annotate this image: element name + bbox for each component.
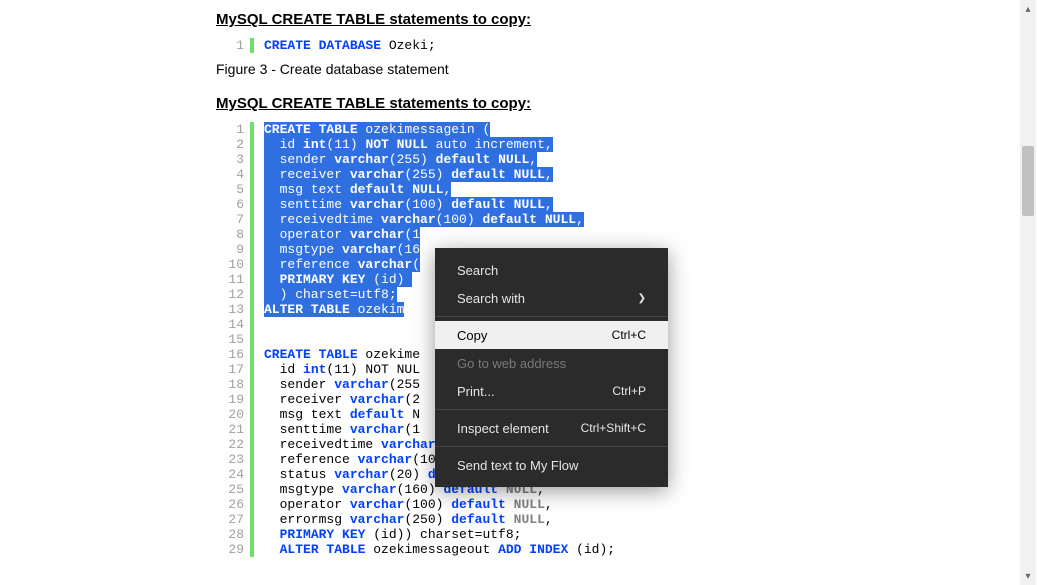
line-number: 6 (216, 197, 244, 212)
context-menu-shortcut: Ctrl+P (612, 384, 646, 398)
line-number: 26 (216, 497, 244, 512)
code-line[interactable]: PRIMARY KEY (id)) charset=utf8; (264, 527, 615, 542)
context-menu-label: Search with (457, 291, 525, 306)
context-menu-item: Go to web address (435, 349, 668, 377)
code-line[interactable]: msg text default NULL, (264, 182, 615, 197)
line-number: 12 (216, 287, 244, 302)
line-number: 19 (216, 392, 244, 407)
code-body[interactable]: CREATE DATABASE Ozeki; (254, 38, 436, 53)
context-menu-item[interactable]: Print... Ctrl+P (435, 377, 668, 405)
code-line[interactable]: receiver varchar(255) default NULL, (264, 167, 615, 182)
context-menu-item[interactable]: Copy Ctrl+C (435, 321, 668, 349)
line-gutter: 1 (216, 38, 250, 53)
scroll-up-button[interactable]: ▴ (1020, 0, 1036, 18)
section-heading-1: MySQL CREATE TABLE statements to copy: (216, 11, 1006, 28)
line-number: 8 (216, 227, 244, 242)
line-number: 23 (216, 452, 244, 467)
context-menu-label: Go to web address (457, 356, 566, 371)
line-number: 29 (216, 542, 244, 557)
line-number: 21 (216, 422, 244, 437)
code-line[interactable]: CREATE TABLE ozekimessagein ( (264, 122, 615, 137)
line-number: 27 (216, 512, 244, 527)
scrollbar-thumb[interactable] (1022, 146, 1034, 216)
context-menu-item[interactable]: Send text to My Flow (435, 451, 668, 479)
context-menu-shortcut: Ctrl+Shift+C (581, 421, 646, 435)
line-number: 14 (216, 317, 244, 332)
line-number: 20 (216, 407, 244, 422)
context-menu-label: Print... (457, 384, 495, 399)
context-menu-separator (435, 409, 668, 410)
scroll-down-button[interactable]: ▾ (1020, 567, 1036, 585)
line-number: 2 (216, 137, 244, 152)
line-number: 11 (216, 272, 244, 287)
page: MySQL CREATE TABLE statements to copy: 1… (0, 0, 1037, 585)
code-line[interactable]: senttime varchar(100) default NULL, (264, 197, 615, 212)
line-number: 17 (216, 362, 244, 377)
context-menu-separator (435, 446, 668, 447)
vertical-scrollbar[interactable]: ▴ ▾ (1020, 0, 1036, 585)
line-number: 22 (216, 437, 244, 452)
line-number: 4 (216, 167, 244, 182)
line-number: 1 (216, 38, 244, 53)
code-line[interactable]: operator varchar(1 (264, 227, 615, 242)
context-menu-item[interactable]: Inspect element Ctrl+Shift+C (435, 414, 668, 442)
line-number: 16 (216, 347, 244, 362)
line-number: 28 (216, 527, 244, 542)
line-number: 7 (216, 212, 244, 227)
context-menu-shortcut: Ctrl+C (612, 328, 646, 342)
code-line[interactable]: receivedtime varchar(100) default NULL, (264, 212, 615, 227)
context-menu-item[interactable]: Search (435, 256, 668, 284)
context-menu-label: Send text to My Flow (457, 458, 578, 473)
context-menu-label: Inspect element (457, 421, 549, 436)
code-line[interactable]: errormsg varchar(250) default NULL, (264, 512, 615, 527)
code-line[interactable]: id int(11) NOT NULL auto increment, (264, 137, 615, 152)
chevron-right-icon: ❯ (638, 293, 646, 304)
context-menu: Search Search with ❯ Copy Ctrl+C Go to web ad… (435, 248, 668, 487)
line-number: 10 (216, 257, 244, 272)
line-number: 9 (216, 242, 244, 257)
context-menu-item[interactable]: Search with ❯ (435, 284, 668, 312)
line-number: 18 (216, 377, 244, 392)
line-number: 25 (216, 482, 244, 497)
context-menu-separator (435, 316, 668, 317)
code-line[interactable]: operator varchar(100) default NULL, (264, 497, 615, 512)
context-menu-label: Copy (457, 328, 487, 343)
line-number: 1 (216, 122, 244, 137)
context-menu-label: Search (457, 263, 498, 278)
line-gutter: 1234567891011121314151617181920212223242… (216, 122, 250, 557)
code-line[interactable]: sender varchar(255) default NULL, (264, 152, 615, 167)
line-number: 15 (216, 332, 244, 347)
line-number: 5 (216, 182, 244, 197)
code-line[interactable]: ALTER TABLE ozekimessageout ADD INDEX (i… (264, 542, 615, 557)
figure-caption: Figure 3 - Create database statement (216, 61, 1006, 77)
line-number: 3 (216, 152, 244, 167)
code-block-1[interactable]: 1 CREATE DATABASE Ozeki; (216, 38, 1006, 53)
line-number: 13 (216, 302, 244, 317)
code-line[interactable]: CREATE DATABASE Ozeki; (264, 38, 436, 53)
section-heading-2: MySQL CREATE TABLE statements to copy: (216, 95, 1006, 112)
line-number: 24 (216, 467, 244, 482)
